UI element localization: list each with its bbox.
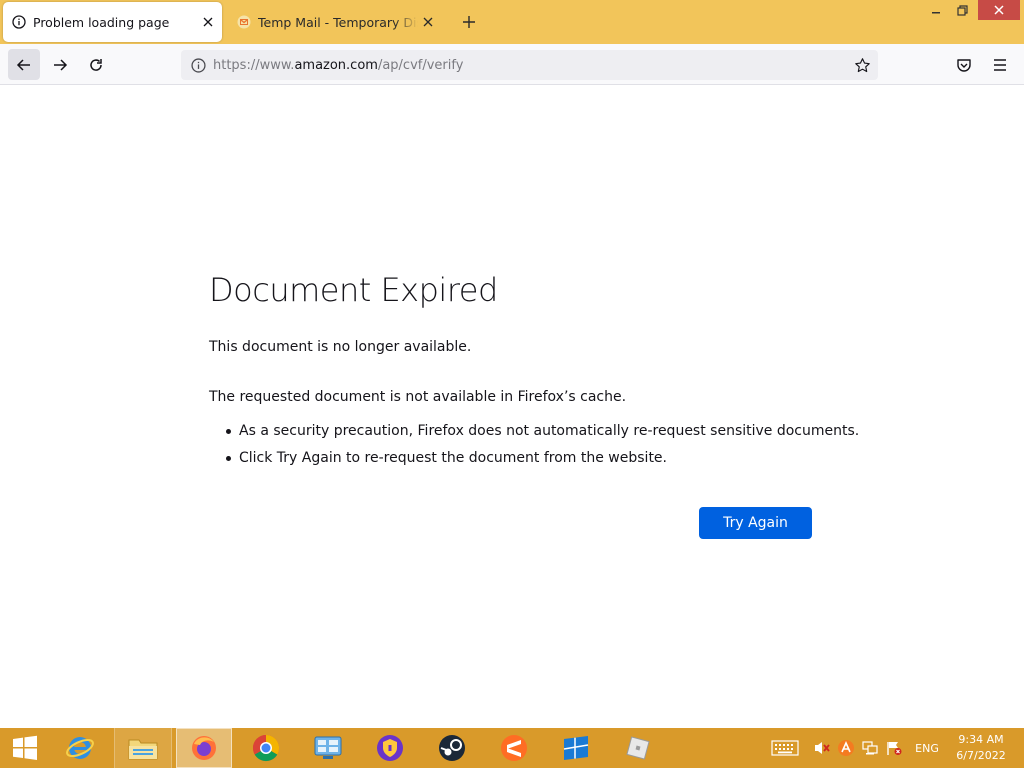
error-detail: The requested document is not available …: [209, 389, 627, 405]
navigation-toolbar: https://www.amazon.com/ap/cvf/verify: [0, 44, 1024, 85]
tab-strip: Problem loading page Temp Mail - Tempora…: [0, 0, 1024, 44]
new-tab-plus-icon[interactable]: [458, 11, 480, 33]
url-scheme: https://www.: [213, 57, 295, 73]
url-text[interactable]: https://www.amazon.com/ap/cvf/verify: [213, 58, 463, 73]
file-explorer-icon[interactable]: [114, 728, 172, 768]
back-arrow-icon[interactable]: [8, 49, 40, 80]
site-info-icon[interactable]: [183, 50, 213, 80]
minimize-icon[interactable]: [925, 0, 947, 20]
roblox-icon[interactable]: [610, 728, 666, 768]
windows-store-icon[interactable]: [548, 728, 604, 768]
bookmark-star-icon[interactable]: [850, 53, 874, 77]
tab-close-icon[interactable]: [418, 12, 438, 32]
tab-label: Problem loading page: [33, 14, 170, 30]
clock-time: 9:34 AM: [958, 733, 1004, 746]
url-host: amazon.com: [294, 57, 378, 73]
forward-arrow-icon[interactable]: [44, 49, 76, 80]
screen: Problem loading page Temp Mail - Tempora…: [0, 0, 1024, 768]
clock-date: 6/7/2022: [956, 749, 1006, 762]
internet-explorer-icon[interactable]: [52, 728, 108, 768]
sublime-icon[interactable]: [486, 728, 542, 768]
avast-icon[interactable]: [836, 728, 856, 768]
url-path: /ap/cvf/verify: [377, 57, 464, 73]
pocket-icon[interactable]: [948, 49, 980, 80]
input-language[interactable]: ENG: [910, 728, 944, 768]
address-bar[interactable]: https://www.amazon.com/ap/cvf/verify: [181, 50, 878, 80]
taskbar: ENG 9:34 AM 6/7/2022: [0, 728, 1024, 768]
steam-icon[interactable]: [424, 728, 480, 768]
firefox-icon[interactable]: [176, 728, 232, 768]
tab-label: Temp Mail - Temporary Disposable: [258, 14, 418, 30]
control-panel-icon[interactable]: [300, 728, 356, 768]
try-again-button[interactable]: Try Again: [699, 507, 812, 539]
tab-problem-loading-page[interactable]: Problem loading page: [3, 2, 222, 42]
keyboard-icon[interactable]: [770, 728, 800, 768]
error-title: Document Expired: [209, 271, 498, 309]
volume-muted-icon[interactable]: [812, 728, 832, 768]
error-intro: This document is no longer available.: [209, 339, 472, 355]
chrome-icon[interactable]: [238, 728, 294, 768]
error-container: Document Expired This document is no lon…: [209, 271, 859, 466]
window-close-icon[interactable]: [978, 0, 1020, 20]
hamburger-menu-icon[interactable]: [984, 49, 1016, 80]
reload-icon[interactable]: [80, 49, 112, 80]
list-item: Click Try Again to re-request the docume…: [209, 448, 859, 475]
tab-temp-mail[interactable]: Temp Mail - Temporary Disposable: [230, 2, 442, 42]
restore-icon[interactable]: [951, 0, 973, 20]
error-bullet-list: As a security precaution, Firefox does n…: [209, 421, 859, 475]
system-clock[interactable]: 9:34 AM 6/7/2022: [952, 732, 1010, 764]
network-icon[interactable]: [860, 728, 880, 768]
vpn-shield-icon[interactable]: [362, 728, 418, 768]
list-item: As a security precaution, Firefox does n…: [209, 421, 859, 448]
page-content: Document Expired This document is no lon…: [0, 85, 1024, 728]
tab-close-icon[interactable]: [198, 12, 218, 32]
info-icon: [11, 14, 27, 30]
temp-mail-favicon-icon: [236, 14, 252, 30]
windows-start-icon[interactable]: [0, 728, 50, 768]
action-center-flag-icon[interactable]: [884, 728, 904, 768]
